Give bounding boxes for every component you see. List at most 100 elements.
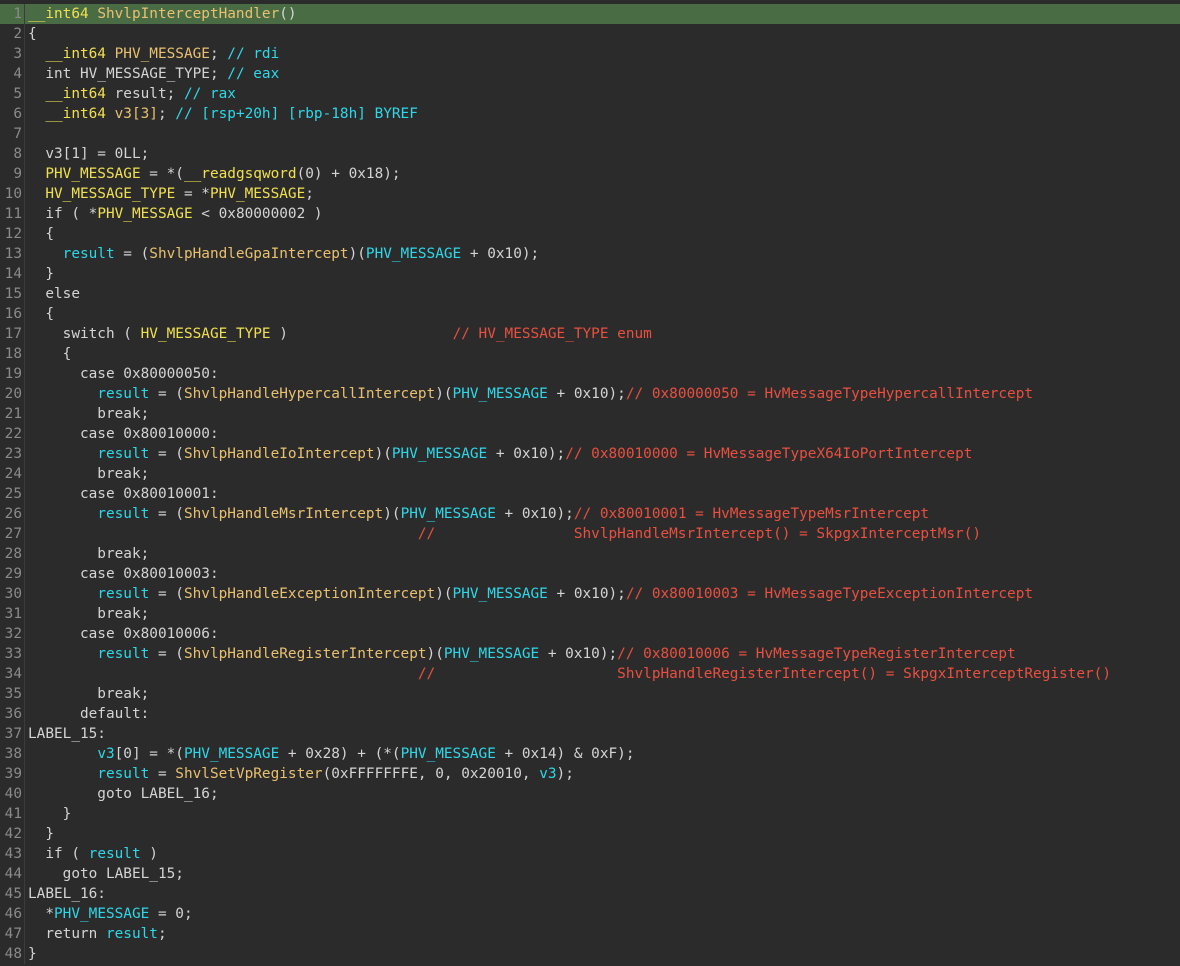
code-line[interactable]: 35 break; — [0, 684, 1180, 704]
code-token[interactable]: result — [89, 846, 141, 862]
code-token[interactable]: // ShvlpHandleRegisterIntercept() = Skpg… — [418, 666, 1111, 682]
code-text[interactable]: result = (ShvlpHandleGpaIntercept)(PHV_M… — [28, 244, 540, 264]
code-text[interactable]: // ShvlpHandleRegisterIntercept() = Skpg… — [28, 664, 1111, 684]
code-text[interactable]: case 0x80010001: — [28, 484, 219, 504]
code-token[interactable]: + 0x10); — [496, 506, 574, 522]
code-token[interactable]: // 0x80010006 = HvMessageTypeRegisterInt… — [617, 646, 1016, 662]
code-line[interactable]: 17 switch ( HV_MESSAGE_TYPE ) // HV_MESS… — [0, 324, 1180, 344]
code-token[interactable]: HV_MESSAGE_TYPE — [141, 326, 271, 342]
code-token[interactable] — [28, 386, 97, 402]
code-text[interactable]: LABEL_15: — [28, 724, 106, 744]
code-text[interactable]: switch ( HV_MESSAGE_TYPE ) // HV_MESSAGE… — [28, 324, 652, 344]
code-line[interactable]: 4 int HV_MESSAGE_TYPE; // eax — [0, 64, 1180, 84]
code-text[interactable]: { — [28, 304, 54, 324]
code-token[interactable]: + 0x14) & 0xF); — [496, 746, 635, 762]
code-line[interactable]: 28 break; — [0, 544, 1180, 564]
code-line[interactable]: 21 break; — [0, 404, 1180, 424]
code-token[interactable] — [28, 446, 97, 462]
pseudocode-editor[interactable]: 1 __int64 ShvlpInterceptHandler() 2{3 __in… — [0, 4, 1180, 966]
code-token[interactable]: __int64 — [45, 46, 114, 62]
code-token[interactable]: { — [28, 306, 54, 322]
code-line[interactable]: 38 v3[0] = *(PHV_MESSAGE + 0x28) + (*(PH… — [0, 744, 1180, 764]
code-token[interactable]: __int64 — [28, 6, 97, 22]
code-line[interactable]: 8 v3[1] = 0LL; — [0, 144, 1180, 164]
code-text[interactable]: } — [28, 264, 54, 284]
code-text[interactable]: return result; — [28, 924, 166, 944]
code-token[interactable]: PHV_MESSAGE — [366, 246, 461, 262]
code-line[interactable]: 37 LABEL_15: — [0, 724, 1180, 744]
code-line[interactable]: 14 } — [0, 264, 1180, 284]
code-token[interactable]: PHV_MESSAGE — [401, 746, 496, 762]
code-token[interactable]: switch ( — [28, 326, 141, 342]
code-token[interactable]: = ( — [149, 386, 184, 402]
code-text[interactable]: result = ShvlSetVpRegister(0xFFFFFFFE, 0… — [28, 764, 574, 784]
code-text[interactable]: result = (ShvlpHandleExceptionIntercept)… — [28, 584, 1033, 604]
code-token[interactable]: break; — [28, 606, 149, 622]
code-line[interactable]: 12 { — [0, 224, 1180, 244]
code-text[interactable]: goto LABEL_16; — [28, 784, 218, 804]
code-token[interactable]: { — [28, 346, 72, 362]
code-token[interactable] — [28, 526, 418, 542]
code-line[interactable]: 7 — [0, 124, 1180, 144]
code-token[interactable]: // rdi — [227, 46, 279, 62]
code-line[interactable]: 26 result = (ShvlpHandleMsrIntercept)(PH… — [0, 504, 1180, 524]
code-text[interactable]: } — [28, 944, 37, 964]
code-token[interactable]: break; — [28, 466, 149, 482]
code-token[interactable]: goto LABEL_16; — [28, 786, 218, 802]
code-token[interactable]: // ShvlpHandleMsrIntercept() = SkpgxInte… — [418, 526, 981, 542]
code-text[interactable]: result = (ShvlpHandleIoIntercept)(PHV_ME… — [28, 444, 972, 464]
code-token[interactable]: // rax — [184, 86, 236, 102]
code-token[interactable]: )( — [435, 586, 452, 602]
code-token[interactable]: = 0; — [149, 906, 193, 922]
code-token[interactable]: PHV_MESSAGE — [115, 46, 210, 62]
code-line[interactable]: 45 LABEL_16: — [0, 884, 1180, 904]
code-token[interactable]: } — [28, 266, 54, 282]
code-token[interactable]: ShvlpHandleMsrIntercept — [184, 506, 383, 522]
code-token[interactable]: result — [97, 506, 149, 522]
code-token[interactable]: [0] = *( — [115, 746, 184, 762]
code-token[interactable]: = ( — [149, 646, 184, 662]
code-token[interactable]: goto LABEL_15; — [28, 866, 184, 882]
code-line[interactable]: 46 *PHV_MESSAGE = 0; — [0, 904, 1180, 924]
code-token[interactable]: = ( — [149, 506, 184, 522]
code-text[interactable]: case 0x80010003: — [28, 564, 219, 584]
code-text[interactable]: { — [28, 224, 54, 244]
code-token[interactable]: )( — [435, 386, 452, 402]
code-text[interactable]: LABEL_16: — [28, 884, 106, 904]
code-token[interactable]: // 0x80010000 = HvMessageTypeX64IoPortIn… — [565, 446, 972, 462]
code-text[interactable]: } — [28, 804, 72, 824]
code-token[interactable]: )( — [427, 646, 444, 662]
code-token[interactable]: case 0x80010000: — [28, 426, 219, 442]
code-token[interactable]: LABEL_15: — [28, 726, 106, 742]
code-token[interactable]: ShvlpHandleIoIntercept — [184, 446, 375, 462]
code-token[interactable]: )( — [375, 446, 392, 462]
code-text[interactable]: HV_MESSAGE_TYPE = *PHV_MESSAGE; — [28, 184, 314, 204]
code-line[interactable]: 34 // ShvlpHandleRegisterIntercept() = S… — [0, 664, 1180, 684]
code-token[interactable] — [28, 506, 97, 522]
code-token[interactable]: case 0x80010001: — [28, 486, 219, 502]
code-line[interactable]: 41 } — [0, 804, 1180, 824]
code-text[interactable]: result = (ShvlpHandleHypercallIntercept)… — [28, 384, 1033, 404]
code-token[interactable]: + 0x10); — [548, 586, 626, 602]
code-line[interactable]: 25 case 0x80010001: — [0, 484, 1180, 504]
code-token[interactable]: if ( — [28, 846, 89, 862]
code-line[interactable]: 42 } — [0, 824, 1180, 844]
code-token[interactable]: PHV_MESSAGE — [444, 646, 539, 662]
code-token[interactable]: result — [97, 766, 149, 782]
code-line[interactable]: 40 goto LABEL_16; — [0, 784, 1180, 804]
code-token[interactable] — [28, 86, 45, 102]
code-line[interactable]: 5 __int64 result; // rax — [0, 84, 1180, 104]
code-token[interactable]: ShvlSetVpRegister — [175, 766, 322, 782]
code-token[interactable]: break; — [28, 406, 149, 422]
code-token[interactable]: ) — [271, 326, 453, 342]
code-line[interactable]: 2{ — [0, 24, 1180, 44]
code-token[interactable]: (0xFFFFFFFE, 0, 0x20010, — [323, 766, 540, 782]
code-line[interactable]: 3 __int64 PHV_MESSAGE; // rdi — [0, 44, 1180, 64]
code-token[interactable] — [28, 186, 45, 202]
code-text[interactable]: if ( result ) — [28, 844, 158, 864]
code-token[interactable]: () — [279, 6, 296, 22]
code-text[interactable]: case 0x80010006: — [28, 624, 219, 644]
code-line[interactable]: 10 HV_MESSAGE_TYPE = *PHV_MESSAGE; — [0, 184, 1180, 204]
code-text[interactable]: { — [28, 344, 72, 364]
code-token[interactable]: PHV_MESSAGE — [392, 446, 487, 462]
